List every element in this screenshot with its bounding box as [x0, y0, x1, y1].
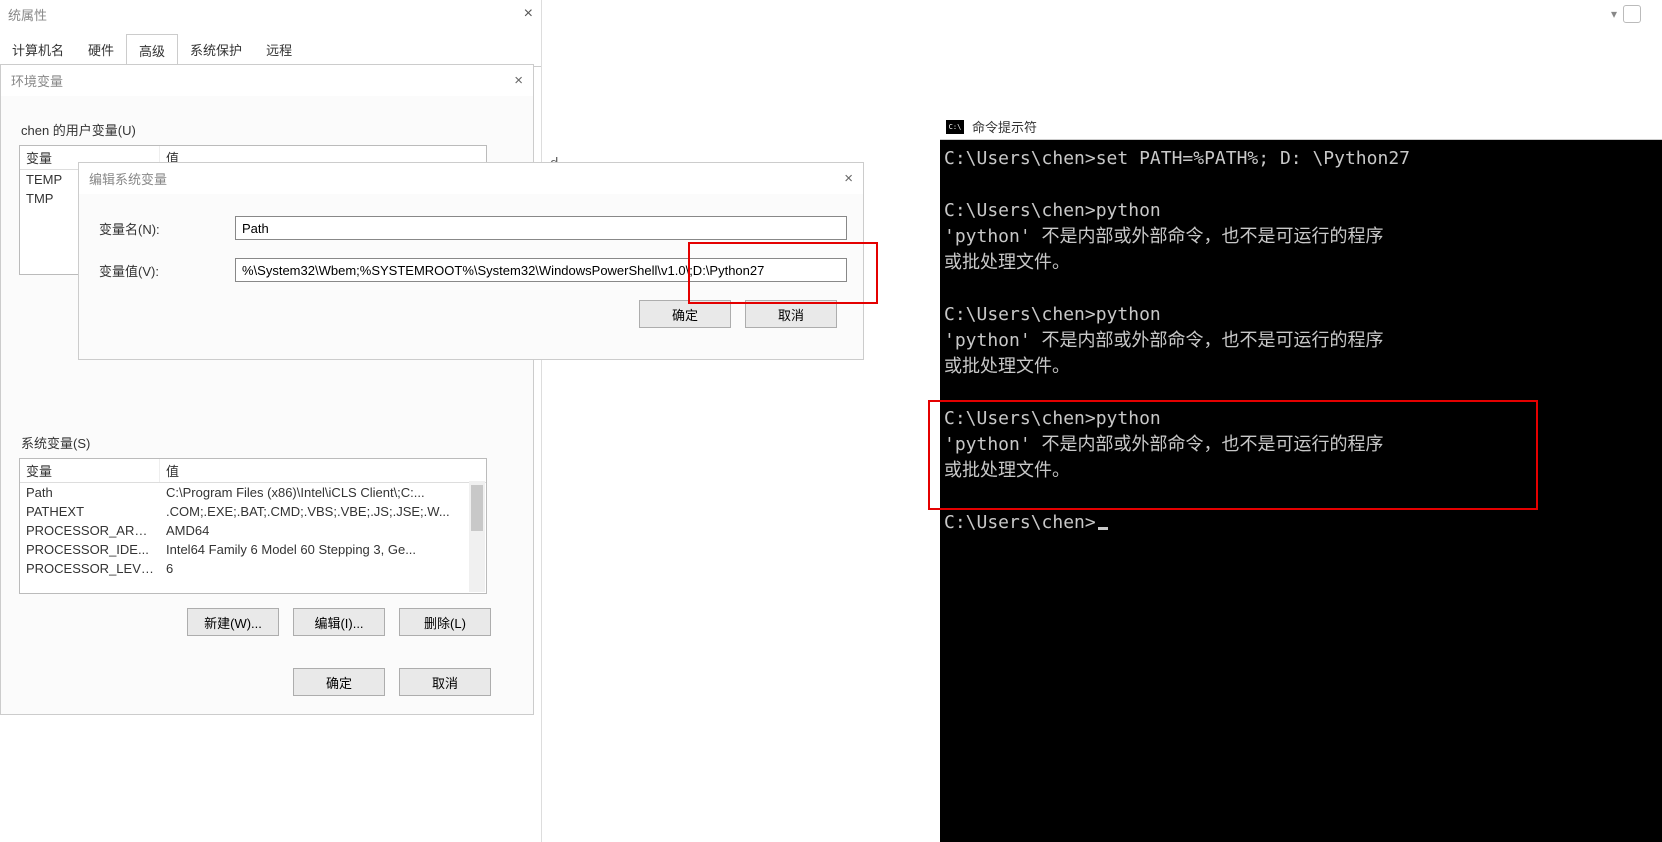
edit-system-variable-dialog: 编辑系统变量 × 变量名(N): 变量值(V): 确定 取消 — [78, 162, 864, 360]
cell-name: PROCESSOR_IDE... — [20, 540, 160, 559]
tab-remote[interactable]: 远程 — [254, 34, 304, 66]
list-item[interactable]: PATHEXT .COM;.EXE;.BAT;.CMD;.VBS;.VBE;.J… — [20, 502, 486, 521]
tab-computer-name[interactable]: 计算机名 — [0, 34, 76, 66]
ok-button[interactable]: 确定 — [293, 668, 385, 696]
edit-button[interactable]: 编辑(I)... — [293, 608, 385, 636]
col-val: 值 — [160, 459, 486, 482]
cell-value: .COM;.EXE;.BAT;.CMD;.VBS;.VBE;.JS;.JSE;.… — [160, 502, 486, 521]
cursor-icon — [1098, 527, 1108, 530]
system-vars-listbox[interactable]: 变量 值 Path C:\Program Files (x86)\Intel\i… — [19, 458, 487, 594]
sys-vars-label: 系统变量(S) — [21, 433, 515, 452]
tab-advanced[interactable]: 高级 — [126, 34, 178, 67]
close-icon[interactable]: × — [844, 170, 853, 187]
cell-name: PROCESSOR_LEVEL — [20, 559, 160, 578]
close-icon[interactable]: × — [524, 5, 533, 23]
env-title: 环境变量 — [11, 71, 63, 90]
sys-props-title: 统属性 — [8, 5, 47, 24]
cell-value: C:\Program Files (x86)\Intel\iCLS Client… — [160, 483, 486, 502]
cmd-title: 命令提示符 — [972, 117, 1037, 136]
scrollbar-thumb[interactable] — [471, 485, 483, 531]
list-item[interactable]: PROCESSOR_IDE... Intel64 Family 6 Model … — [20, 540, 486, 559]
cell-value: 6 — [160, 559, 486, 578]
cmd-output[interactable]: C:\Users\chen>set PATH=%PATH%; D: \Pytho… — [940, 140, 1662, 842]
new-button[interactable]: 新建(W)... — [187, 608, 279, 636]
command-prompt-icon — [946, 120, 964, 134]
cell-name: PATHEXT — [20, 502, 160, 521]
command-prompt-window: 命令提示符 C:\Users\chen>set PATH=%PATH%; D: … — [940, 114, 1662, 842]
var-value-input[interactable] — [235, 258, 847, 282]
bookmark-icon[interactable] — [1623, 5, 1641, 23]
cmd-titlebar: 命令提示符 — [940, 114, 1662, 140]
list-item[interactable]: PROCESSOR_LEVEL 6 — [20, 559, 486, 578]
var-name-input[interactable] — [235, 216, 847, 240]
sys-props-tabs: 计算机名 硬件 高级 系统保护 远程 — [0, 34, 541, 67]
delete-button[interactable]: 删除(L) — [399, 608, 491, 636]
tab-hardware[interactable]: 硬件 — [76, 34, 126, 66]
cell-name: PROCESSOR_ARC... — [20, 521, 160, 540]
cell-value: Intel64 Family 6 Model 60 Stepping 3, Ge… — [160, 540, 486, 559]
var-value-label: 变量值(V): — [95, 261, 235, 280]
ok-button[interactable]: 确定 — [639, 300, 731, 328]
close-icon[interactable]: × — [514, 72, 523, 89]
env-titlebar: 环境变量 × — [1, 65, 533, 96]
list-header: 变量 值 — [20, 459, 486, 483]
var-name-label: 变量名(N): — [95, 219, 235, 238]
user-vars-label: chen 的用户变量(U) — [21, 120, 515, 139]
chevron-down-icon[interactable]: ▾ — [1611, 7, 1617, 21]
tab-system-protection[interactable]: 系统保护 — [178, 34, 254, 66]
edit-title: 编辑系统变量 — [89, 169, 167, 188]
cell-name: Path — [20, 483, 160, 502]
cancel-button[interactable]: 取消 — [745, 300, 837, 328]
list-item[interactable]: PROCESSOR_ARC... AMD64 — [20, 521, 486, 540]
browser-controls: ▾ — [1611, 2, 1659, 26]
col-var: 变量 — [20, 459, 160, 482]
cancel-button[interactable]: 取消 — [399, 668, 491, 696]
scrollbar[interactable] — [469, 481, 485, 592]
sys-props-titlebar: 统属性 × — [0, 0, 541, 28]
list-item[interactable]: Path C:\Program Files (x86)\Intel\iCLS C… — [20, 483, 486, 502]
edit-titlebar: 编辑系统变量 × — [79, 163, 863, 194]
cell-value: AMD64 — [160, 521, 486, 540]
